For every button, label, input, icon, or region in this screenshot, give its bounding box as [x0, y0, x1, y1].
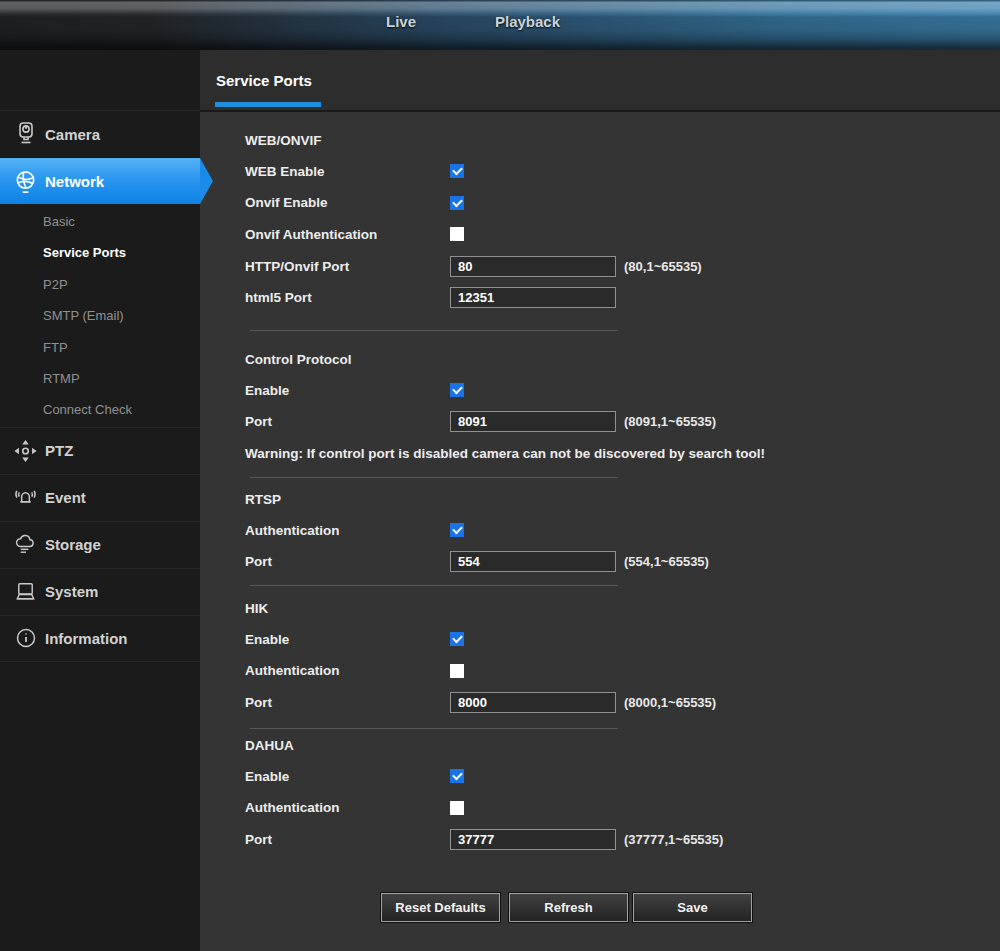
- storage-icon: [13, 532, 38, 558]
- top-navbar: Live Playback: [0, 0, 1000, 50]
- authentication-checkbox[interactable]: [450, 801, 464, 815]
- section-title: HIK: [245, 601, 268, 616]
- rtsp-port-input[interactable]: [450, 551, 616, 572]
- refresh-button[interactable]: Refresh: [509, 893, 628, 922]
- section-title: RTSP: [245, 492, 281, 507]
- section-separator: [250, 585, 618, 586]
- sidebar-item-label: System: [45, 583, 98, 600]
- field-label: Enable: [245, 383, 450, 398]
- sidebar-subitem-smtp-email[interactable]: SMTP (Email): [0, 300, 200, 331]
- service-ports-form: WEB/ONVIF WEB Enable Onvif Enable Onvif Aut…: [200, 112, 1000, 951]
- sidebar-item-ptz[interactable]: PTZ: [0, 427, 200, 474]
- enable-checkbox[interactable]: [450, 632, 464, 646]
- event-icon: [13, 485, 38, 511]
- field-label: Port: [245, 695, 450, 710]
- range-hint: (8000,1~65535): [624, 695, 716, 710]
- sidebar-item-label: PTZ: [45, 442, 73, 459]
- section-title: WEB/ONVIF: [245, 133, 322, 148]
- system-icon: [13, 579, 38, 605]
- field-label: Port: [245, 554, 450, 569]
- authentication-checkbox[interactable]: [450, 523, 464, 537]
- web-onvif-html5-port-input[interactable]: [450, 287, 616, 308]
- dahua-port-input[interactable]: [450, 829, 616, 850]
- content-tabstrip: Service Ports: [200, 50, 1000, 112]
- sidebar-item-label: Storage: [45, 536, 101, 553]
- sidebar-subitem-connect-check[interactable]: Connect Check: [0, 394, 200, 425]
- ptz-icon: [13, 438, 38, 464]
- sidebar-item-network[interactable]: Network: [0, 157, 200, 204]
- field-label: Authentication: [245, 523, 450, 538]
- field-label: Port: [245, 832, 450, 847]
- sidebar-item-label: Event: [45, 489, 86, 506]
- section-title: DAHUA: [245, 738, 294, 753]
- sidebar-item-information[interactable]: Information: [0, 615, 200, 662]
- sidebar-item-label: Information: [45, 630, 128, 647]
- sidebar-submenu: BasicService PortsP2PSMTP (Email)FTPRTMP…: [0, 204, 200, 427]
- field-label: html5 Port: [245, 290, 450, 305]
- field-label: Onvif Enable: [245, 195, 450, 210]
- enable-checkbox[interactable]: [450, 769, 464, 783]
- field-label: HTTP/Onvif Port: [245, 259, 450, 274]
- sidebar-item-label: Network: [45, 173, 104, 190]
- web-enable-checkbox[interactable]: [450, 164, 464, 178]
- field-label: Enable: [245, 632, 450, 647]
- section-title: Control Protocol: [245, 352, 352, 367]
- range-hint: (8091,1~65535): [624, 414, 716, 429]
- sidebar-subitem-p2p[interactable]: P2P: [0, 269, 200, 300]
- field-label: Port: [245, 414, 450, 429]
- section-separator: [250, 477, 618, 478]
- sidebar-subitem-basic[interactable]: Basic: [0, 206, 200, 237]
- sidebar-subitem-rtmp[interactable]: RTMP: [0, 363, 200, 394]
- onvif-enable-checkbox[interactable]: [450, 196, 464, 210]
- sidebar-item-label: Camera: [45, 126, 100, 143]
- web-onvif-http-onvif-port-input[interactable]: [450, 256, 616, 277]
- range-hint: (37777,1~65535): [624, 832, 723, 847]
- sidebar-subitem-ftp[interactable]: FTP: [0, 332, 200, 363]
- network-icon: [13, 168, 38, 194]
- tab-service-ports[interactable]: Service Ports: [216, 72, 312, 89]
- onvif-authentication-checkbox[interactable]: [450, 227, 464, 241]
- section-separator: [250, 728, 618, 729]
- field-label: Onvif Authentication: [245, 227, 450, 242]
- sidebar-item-system[interactable]: System: [0, 568, 200, 615]
- active-tab-underline: [215, 102, 321, 107]
- sidebar-subitem-service-ports[interactable]: Service Ports: [0, 237, 200, 268]
- field-label: WEB Enable: [245, 164, 450, 179]
- sidebar-item-camera[interactable]: Camera: [0, 110, 200, 157]
- hik-port-input[interactable]: [450, 692, 616, 713]
- warning-text: Warning: If control port is disabled cam…: [245, 446, 765, 461]
- range-hint: (80,1~65535): [624, 259, 702, 274]
- reset-defaults-button[interactable]: Reset Defaults: [381, 893, 500, 922]
- field-label: Authentication: [245, 663, 450, 678]
- tab-live[interactable]: Live: [386, 0, 416, 44]
- authentication-checkbox[interactable]: [450, 664, 464, 678]
- sidebar: Camera Network BasicService PortsP2PSMTP (…: [0, 50, 200, 951]
- camera-icon: [13, 121, 38, 147]
- control-protocol-port-input[interactable]: [450, 411, 616, 432]
- section-separator: [250, 330, 618, 331]
- save-button[interactable]: Save: [633, 893, 752, 922]
- sidebar-item-event[interactable]: Event: [0, 474, 200, 521]
- tab-playback[interactable]: Playback: [495, 0, 560, 44]
- sidebar-item-storage[interactable]: Storage: [0, 521, 200, 568]
- field-label: Enable: [245, 769, 450, 784]
- field-label: Authentication: [245, 800, 450, 815]
- range-hint: (554,1~65535): [624, 554, 709, 569]
- info-icon: [13, 625, 38, 651]
- enable-checkbox[interactable]: [450, 383, 464, 397]
